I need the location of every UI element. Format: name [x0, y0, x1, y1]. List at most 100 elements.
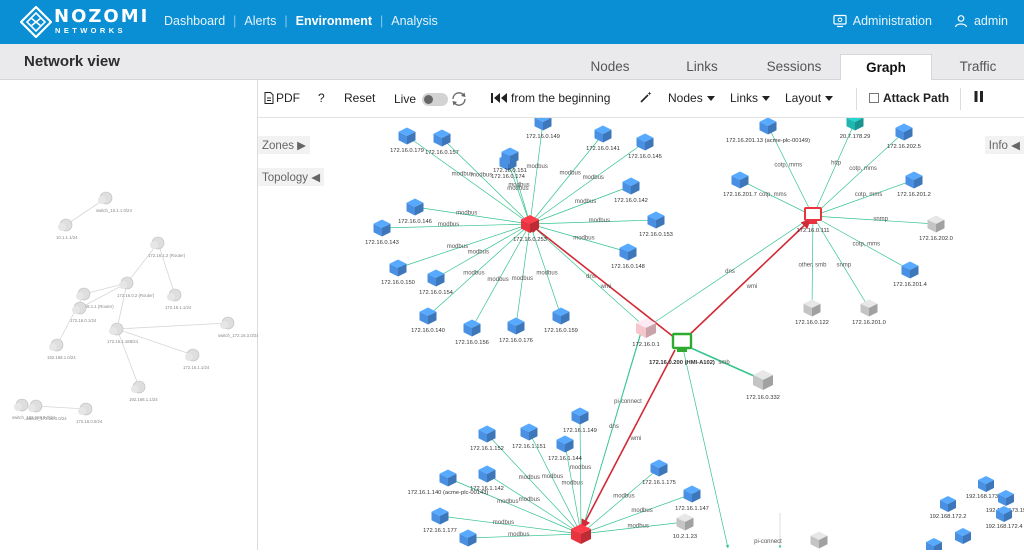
- device-node[interactable]: 172.16.0.141: [586, 125, 620, 153]
- graph-link[interactable]: pi-connect: [754, 513, 782, 549]
- graph-link[interactable]: snmp: [812, 215, 937, 226]
- graph-link[interactable]: cotp, mms: [812, 215, 911, 271]
- device-node[interactable]: 172.16.0.140: [411, 307, 445, 335]
- magic-wand-button[interactable]: [640, 91, 652, 103]
- device-node[interactable]: [810, 531, 828, 549]
- minimap-node[interactable]: 172.16.1.188/24: [107, 322, 139, 344]
- device-node[interactable]: 172.16.202.0: [919, 215, 953, 243]
- device-node[interactable]: 172.16.201.13 (acme-plc-00149): [726, 118, 810, 144]
- graph-link[interactable]: modbus: [414, 205, 531, 225]
- reset-button[interactable]: Reset: [344, 91, 375, 105]
- zones-panel-toggle[interactable]: Zones ▶: [258, 136, 311, 154]
- graph-link[interactable]: cotp, mms: [812, 179, 915, 217]
- tab-traffic[interactable]: Traffic: [932, 54, 1024, 80]
- device-node[interactable]: 172.16.201.4: [893, 261, 928, 289]
- topology-minimap[interactable]: switch_10.1.1.0/24 10.1.1.1/24 172.16.1.2 …: [0, 80, 259, 550]
- refresh-icon[interactable]: [450, 91, 468, 107]
- attack-path-checkbox[interactable]: [869, 93, 879, 103]
- device-node[interactable]: [926, 538, 942, 550]
- nav-alerts[interactable]: Alerts: [244, 14, 276, 28]
- hmi-node[interactable]: 172.16.0.200 (HMI-A102): [649, 332, 715, 366]
- device-node[interactable]: 172.16.0.149: [526, 118, 560, 140]
- graph-link[interactable]: modbus: [529, 218, 657, 225]
- network-graph-canvas[interactable]: modbus modbus modbus modbus modbus modbus modb…: [258, 118, 1024, 550]
- nodes-dropdown[interactable]: Nodes: [668, 91, 715, 105]
- minimap-node[interactable]: 172.16.1.2 (Router): [148, 236, 186, 258]
- live-switch[interactable]: [422, 92, 449, 106]
- device-node[interactable]: 172.16.0.143: [365, 219, 399, 247]
- minimap-node[interactable]: 172.16.0.2 (Router): [117, 276, 155, 298]
- graph-link[interactable]: wmi: [685, 219, 811, 339]
- device-node[interactable]: 172.16.1.147: [675, 485, 709, 513]
- layout-dropdown[interactable]: Layout: [785, 91, 834, 105]
- graph-link[interactable]: cotp, mms: [739, 179, 814, 217]
- administration-link[interactable]: Administration: [833, 14, 932, 28]
- links-dropdown[interactable]: Links: [730, 91, 771, 105]
- device-node[interactable]: 172.16.1.151: [512, 423, 546, 451]
- minimap-node[interactable]: 192.168.1.1/24: [129, 380, 158, 402]
- attack-path-toggle[interactable]: Attack Path: [869, 91, 949, 105]
- minimap-node[interactable]: switch_10.1.1.0/24: [96, 191, 132, 213]
- monitor-icon: [809, 221, 817, 224]
- minimap-node[interactable]: 192.168.1.0/24: [47, 338, 76, 360]
- graph-link[interactable]: modbus: [580, 520, 686, 535]
- device-node[interactable]: 172.16.0.176: [499, 317, 533, 345]
- graph-link[interactable]: wmi: [529, 223, 676, 339]
- device-node[interactable]: 10.2.1.23: [673, 513, 697, 541]
- topology-minimap-panel[interactable]: switch_10.1.1.0/24 10.1.1.1/24 172.16.1.2 …: [0, 80, 259, 550]
- pdf-button[interactable]: PDF: [264, 91, 300, 105]
- device-node[interactable]: 172.16.0.153: [639, 211, 673, 239]
- device-node[interactable]: 172.16.0.156: [455, 319, 489, 347]
- graph-link[interactable]: modbus: [467, 532, 582, 540]
- minimap-node[interactable]: switch_172.16.3.0/24: [218, 316, 259, 338]
- tab-links[interactable]: Links: [656, 54, 748, 80]
- tab-sessions[interactable]: Sessions: [748, 54, 840, 80]
- tab-graph[interactable]: Graph: [840, 54, 932, 81]
- device-node[interactable]: 172.16.1.149: [563, 407, 597, 435]
- nav-environment[interactable]: Environment: [296, 14, 372, 28]
- nav-analysis[interactable]: Analysis: [391, 14, 438, 28]
- device-node[interactable]: 172.16.1.140 (acme-plc-00143): [408, 469, 489, 497]
- device-node[interactable]: 20.7.178.29: [840, 118, 871, 140]
- minimap-node[interactable]: switch_172.16.0.0/24: [26, 399, 67, 421]
- minimap-node[interactable]: 10.1.1.1/24: [56, 218, 78, 240]
- device-node[interactable]: 172.16.0.179: [390, 127, 424, 155]
- device-node[interactable]: 172.16.0.151: [493, 147, 527, 175]
- device-node[interactable]: 172.16.1.175: [642, 459, 676, 487]
- nozomi-logo[interactable]: NOZOMI NETWORKS: [20, 6, 170, 38]
- minimap-node[interactable]: 172.16.1.1/24: [165, 288, 192, 310]
- device-node[interactable]: 172.16.0.122: [795, 299, 829, 327]
- device-node[interactable]: 172.16.1.144: [548, 435, 583, 463]
- topology-panel-toggle[interactable]: Topology ◀: [258, 168, 325, 186]
- device-node[interactable]: 192.168.172.2: [929, 496, 967, 520]
- minimap-node[interactable]: 172.16.1.1/24: [183, 348, 210, 370]
- device-node[interactable]: 172.16.1.177: [423, 507, 457, 535]
- device-node[interactable]: 172.16.0.148: [611, 243, 645, 271]
- device-node[interactable]: 172.16.201.7: [723, 171, 757, 199]
- device-node[interactable]: 172.16.0.145: [628, 133, 662, 161]
- graph-link[interactable]: wmi: [581, 349, 676, 530]
- device-node[interactable]: 172.16.1.152: [470, 425, 504, 453]
- device-node[interactable]: 172.16.201.2: [897, 171, 931, 199]
- device-node[interactable]: 172.16.201.0: [852, 299, 886, 327]
- device-node[interactable]: 172.16.1.142: [470, 465, 504, 493]
- live-toggle[interactable]: Live: [394, 91, 468, 107]
- device-node[interactable]: 172.16.0.157: [425, 129, 459, 157]
- play-from-beginning-button[interactable]: from the beginning: [491, 91, 610, 105]
- device-node[interactable]: [955, 528, 971, 544]
- tab-nodes[interactable]: Nodes: [564, 54, 656, 80]
- info-panel-toggle[interactable]: Info ◀: [984, 136, 1024, 154]
- help-button[interactable]: ?: [318, 91, 325, 105]
- device-node[interactable]: 172.16.0.150: [381, 259, 415, 287]
- network-graph[interactable]: modbusmodbusmodbusmodbusmodbusmodbusmodb…: [258, 118, 1024, 550]
- minimap-node[interactable]: 172.16.0.0/24: [76, 402, 103, 424]
- device-node[interactable]: 172.16.0.159: [544, 307, 578, 335]
- node-label: 172.16.0.142: [614, 198, 648, 204]
- graph-link[interactable]: modbus: [397, 223, 531, 269]
- device-node[interactable]: 172.16.202.5: [887, 123, 921, 151]
- nav-dashboard[interactable]: Dashboard: [164, 14, 225, 28]
- device-node[interactable]: 172.16.0.146: [398, 198, 432, 226]
- user-menu[interactable]: admin: [954, 14, 1008, 28]
- pause-button[interactable]: [974, 91, 984, 102]
- device-node[interactable]: 172.16.0.154: [419, 269, 454, 297]
